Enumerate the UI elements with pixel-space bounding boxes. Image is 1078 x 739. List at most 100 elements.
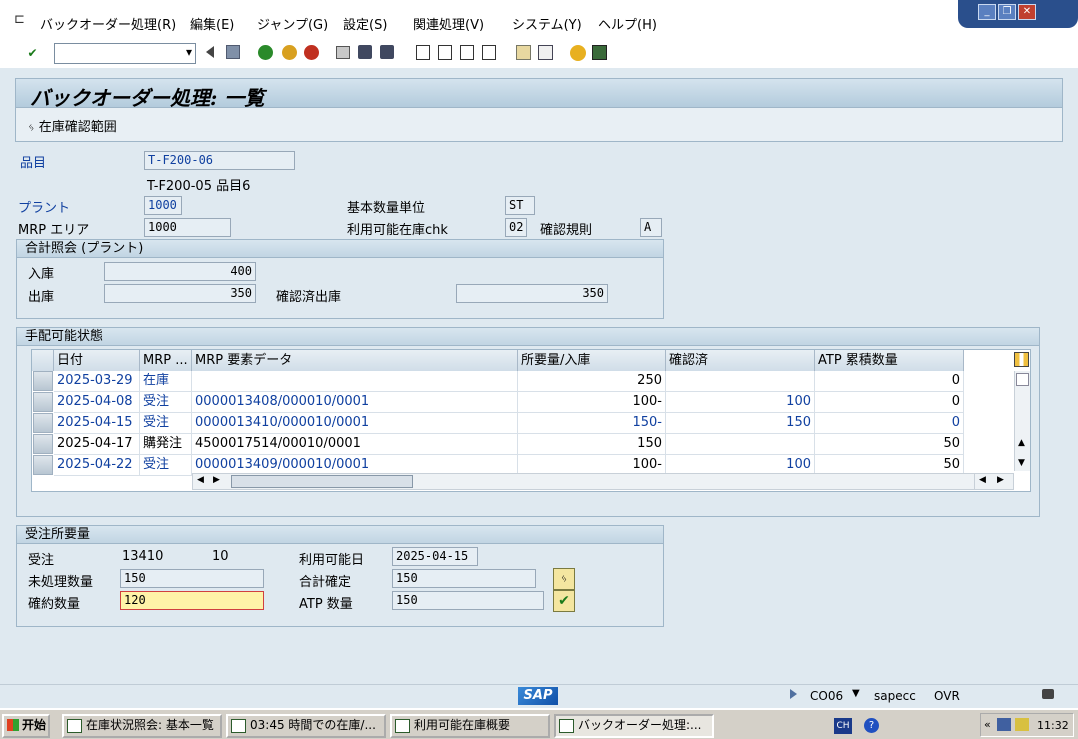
cell-date: 2025-04-17 (54, 434, 140, 455)
menu-goto[interactable]: ジャンプ(G) (257, 14, 328, 33)
plant-field[interactable]: 1000 (144, 196, 182, 215)
menu-environment[interactable]: 関連処理(V) (413, 14, 484, 33)
check-rule-field[interactable]: A (640, 218, 662, 237)
transaction-code[interactable]: CO06 (810, 689, 843, 703)
row-checkbox-icon[interactable] (1016, 373, 1029, 386)
layout-icon[interactable] (592, 45, 607, 60)
stock-range-button-small[interactable]: ᛃ (553, 568, 575, 590)
scroll-right-icon[interactable]: ▶ (997, 475, 1004, 485)
menu-system-icon[interactable]: ⊏ (14, 12, 25, 27)
menu-edit[interactable]: 編集(E) (190, 14, 234, 33)
prev-page-icon[interactable] (438, 45, 452, 60)
row-selector[interactable] (33, 371, 53, 391)
back-nav-icon[interactable] (258, 45, 273, 60)
scroll-right-icon[interactable]: ▶ (213, 475, 220, 485)
first-page-icon[interactable] (416, 45, 430, 60)
table-row[interactable]: 2025-04-17 購発注 4500017514/00010/0001 150 50 (32, 434, 964, 455)
cell-confirmed: 100 (666, 392, 815, 413)
taskbar-item-stock-time[interactable]: 03:45 時間での在庫/... (226, 714, 386, 738)
taskbar-item-availability[interactable]: 利用可能在庫概要 (390, 714, 550, 738)
scroll-up-icon[interactable]: ▲ (1018, 438, 1025, 448)
select-all-header[interactable] (32, 350, 54, 371)
help-icon[interactable]: ? (864, 718, 879, 733)
taskbar-item-backorder[interactable]: バックオーダー処理:... (554, 714, 714, 738)
row-selector[interactable] (33, 434, 53, 454)
cell-mrp-element[interactable]: 0000013408/000010/0001 (192, 392, 518, 413)
material-field[interactable]: T-F200-06 (144, 151, 295, 170)
help-icon[interactable] (570, 45, 586, 61)
minimize-icon[interactable]: _ (978, 4, 996, 20)
col-mrp-element[interactable]: MRP 要素データ (192, 350, 518, 371)
cell-atp: 0 (815, 413, 964, 434)
last-page-icon[interactable] (482, 45, 496, 60)
shortcut-icon[interactable] (538, 45, 553, 60)
command-field[interactable]: ▾ (54, 43, 196, 64)
status-triangle-icon[interactable] (790, 689, 797, 699)
menu-backorder[interactable]: バックオーダー処理(R) (40, 14, 176, 33)
stock-range-button[interactable]: ᛃ 在庫確認範囲 (28, 116, 117, 135)
scroll-left-icon[interactable]: ◀ (197, 475, 204, 485)
horizontal-scrollbar[interactable]: ◀ ▶ (192, 473, 1007, 490)
availability-date-field[interactable]: 2025-04-15 (392, 547, 478, 566)
row-selector[interactable] (33, 392, 53, 412)
open-quantity-field[interactable]: 150 (120, 569, 264, 588)
enter-icon[interactable]: ✔ (24, 45, 41, 62)
cell-atp: 0 (815, 371, 964, 392)
chevron-down-icon[interactable]: ▾ (186, 45, 192, 59)
exit-icon[interactable] (282, 45, 297, 60)
issues-field[interactable]: 350 (104, 284, 256, 303)
table-settings-icon[interactable] (1014, 352, 1029, 367)
save-icon[interactable] (226, 45, 240, 59)
atp-quantity-field[interactable]: 150 (392, 591, 544, 610)
menu-help[interactable]: ヘルプ(H) (598, 14, 657, 33)
cell-date: 2025-03-29 (54, 371, 140, 392)
print-icon[interactable] (336, 46, 350, 59)
col-confirmed[interactable]: 確認済 (666, 350, 815, 371)
col-requirement[interactable]: 所要量/入庫 (518, 350, 666, 371)
next-page-icon[interactable] (460, 45, 474, 60)
taskbar-item-stock-overview[interactable]: 在庫状況照会: 基本一覧 (62, 714, 222, 738)
menu-system[interactable]: システム(Y) (512, 14, 582, 33)
close-icon[interactable]: ✕ (1018, 4, 1036, 20)
col-date[interactable]: 日付 (54, 350, 140, 371)
cell-mrp-element[interactable]: 0000013410/000010/0001 (192, 413, 518, 434)
tray-expand-icon[interactable]: « (984, 718, 991, 731)
total-confirmed-field[interactable]: 150 (392, 569, 536, 588)
restore-icon[interactable]: ❐ (998, 4, 1016, 20)
col-atp[interactable]: ATP 累積数量 (815, 350, 964, 371)
chevron-down-icon[interactable]: ▼ (852, 688, 860, 699)
start-button[interactable]: 开始 (2, 714, 50, 738)
start-label: 开始 (22, 718, 47, 732)
scroll-down-icon[interactable]: ▼ (1018, 458, 1025, 468)
network-icon[interactable] (997, 718, 1011, 731)
committed-quantity-field[interactable]: 120 (120, 591, 264, 610)
windows-logo-icon (7, 719, 19, 731)
insert-mode[interactable]: OVR (934, 689, 960, 703)
language-indicator[interactable]: CH (834, 718, 852, 734)
row-selector[interactable] (33, 455, 53, 475)
find-next-icon[interactable] (380, 45, 394, 59)
row-selector[interactable] (33, 413, 53, 433)
back-icon[interactable] (206, 46, 214, 58)
scroll-thumb[interactable] (231, 475, 413, 488)
confirm-button[interactable]: ✔ (553, 590, 575, 612)
table-row[interactable]: 2025-04-08 受注 0000013408/000010/0001 100- 10… (32, 392, 964, 413)
menu-settings[interactable]: 設定(S) (343, 14, 387, 33)
cell-mrp-element[interactable]: 4500017514/00010/0001 (192, 434, 518, 455)
availability-check-label: 利用可能在庫chk (347, 223, 448, 238)
col-mrp[interactable]: MRP ... (140, 350, 192, 371)
alert-icon[interactable] (1015, 718, 1029, 731)
scroll-left-icon[interactable]: ◀ (979, 475, 986, 485)
vertical-scrollbar[interactable]: ▲ ▼ (1014, 371, 1030, 471)
horizontal-scrollbar-right[interactable]: ◀ ▶ (974, 473, 1014, 490)
table-row[interactable]: 2025-04-15 受注 0000013410/000010/0001 150- 15… (32, 413, 964, 434)
mrp-area-field[interactable]: 1000 (144, 218, 231, 237)
confirmed-issues-field[interactable]: 350 (456, 284, 608, 303)
availability-check-field[interactable]: 02 (505, 218, 527, 237)
table-row[interactable]: 2025-03-29 在庫 250 0 (32, 371, 964, 392)
cancel-icon[interactable] (304, 45, 319, 60)
receipts-field[interactable]: 400 (104, 262, 256, 281)
new-session-icon[interactable] (516, 45, 531, 60)
base-unit-field[interactable]: ST (505, 196, 535, 215)
find-icon[interactable] (358, 45, 372, 59)
